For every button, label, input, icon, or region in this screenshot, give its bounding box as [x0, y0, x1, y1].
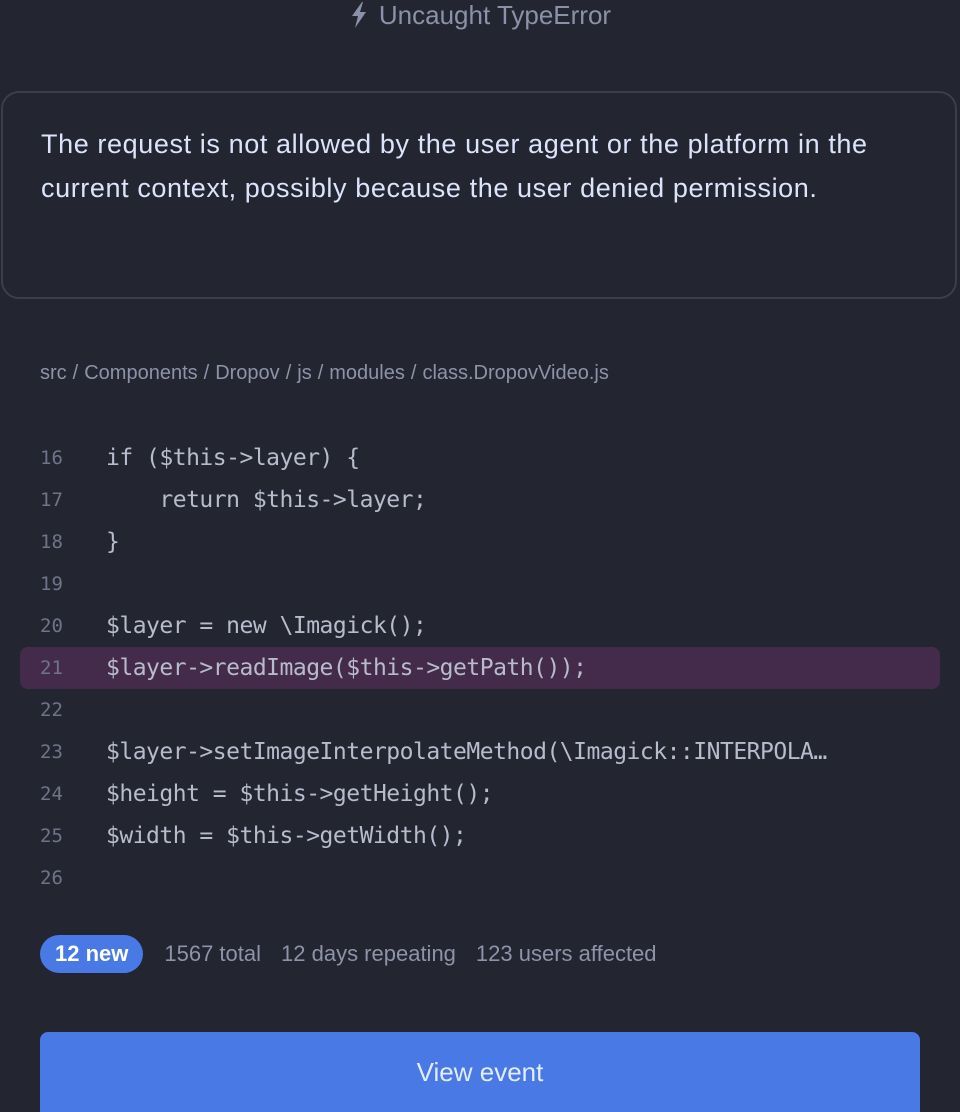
- code-line: 25 $width = $this->getWidth();: [20, 815, 940, 857]
- error-message-box: The request is not allowed by the user a…: [1, 91, 957, 299]
- line-code: $layer->readImage($this->getPath());: [106, 655, 587, 681]
- breadcrumb-segment[interactable]: modules: [329, 362, 405, 384]
- code-line: 26: [20, 857, 940, 899]
- code-line: 24 $height = $this->getHeight();: [20, 773, 940, 815]
- line-code: $width = $this->getWidth();: [106, 823, 467, 849]
- breadcrumb-segment[interactable]: Dropov: [215, 362, 279, 384]
- breadcrumb-segment[interactable]: js: [297, 362, 311, 384]
- breadcrumb-separator: /: [317, 362, 324, 384]
- error-message: The request is not allowed by the user a…: [41, 129, 868, 203]
- breadcrumb-separator: /: [203, 362, 210, 384]
- lightning-bolt-icon: [351, 2, 366, 28]
- code-line: 20 $layer = new \Imagick();: [20, 605, 940, 647]
- error-header: Uncaught TypeError: [0, 0, 960, 30]
- code-line: 18}: [20, 521, 940, 563]
- line-number: 20: [40, 615, 63, 637]
- breadcrumb-separator: /: [72, 362, 79, 384]
- issue-stats: 12 new 1567 total 12 days repeating 123 …: [40, 935, 677, 973]
- line-number: 19: [40, 573, 63, 595]
- line-number: 25: [40, 825, 63, 847]
- breadcrumb-segment[interactable]: src: [40, 362, 67, 384]
- code-snippet: 16 if ($this->layer) { 17 return $this->la…: [20, 437, 940, 899]
- line-code: return $this->layer;: [106, 487, 427, 513]
- line-code: }: [106, 529, 120, 555]
- new-events-badge: 12 new: [40, 935, 144, 973]
- days-repeating: 12 days repeating: [281, 941, 456, 966]
- breadcrumb-segment[interactable]: Components: [84, 362, 197, 384]
- breadcrumb-separator: /: [410, 362, 417, 384]
- code-line: 23 $layer->setImageInterpolateMethod(\Ima…: [20, 731, 940, 773]
- line-code: $layer->setImageInterpolateMethod(\Imagi…: [106, 739, 827, 765]
- line-number: 26: [40, 867, 63, 889]
- code-line: 16 if ($this->layer) {: [20, 437, 940, 479]
- view-event-button[interactable]: View event: [40, 1032, 920, 1112]
- total-events: 1567 total: [164, 941, 262, 966]
- code-line: 19: [20, 563, 940, 605]
- line-number: 22: [40, 699, 63, 721]
- code-line: 17 return $this->layer;: [20, 479, 940, 521]
- breadcrumb-separator: /: [285, 362, 292, 384]
- line-number: 16: [40, 447, 63, 469]
- line-number: 23: [40, 741, 63, 763]
- code-line: 22: [20, 689, 940, 731]
- line-number: 21: [40, 657, 63, 679]
- error-type-title: Uncaught TypeError: [378, 0, 612, 30]
- line-code: $height = $this->getHeight();: [106, 781, 494, 807]
- line-number: 17: [40, 489, 63, 511]
- breadcrumb-segment[interactable]: class.DropovVideo.js: [422, 362, 608, 384]
- line-code: $layer = new \Imagick();: [106, 613, 427, 639]
- line-number: 24: [40, 783, 63, 805]
- file-path-breadcrumb: src / Components / Dropov / js / modules / class.D…: [40, 362, 609, 385]
- users-affected: 123 users affected: [475, 941, 657, 966]
- line-code: if ($this->layer) {: [106, 445, 360, 471]
- code-line-highlighted: 21 $layer->readImage($this->getPath());: [20, 647, 940, 689]
- line-number: 18: [40, 531, 63, 553]
